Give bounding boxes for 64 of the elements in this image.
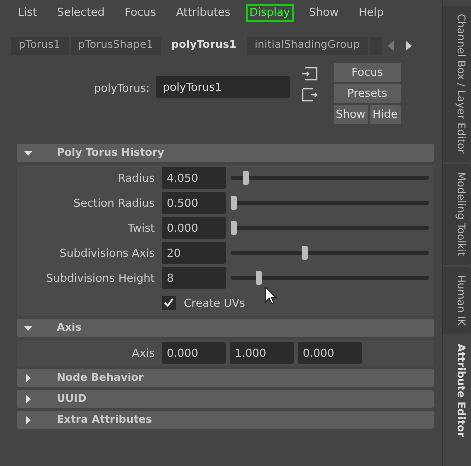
expand-arrow-icon[interactable] (24, 394, 33, 404)
menu-item[interactable]: Help (354, 4, 389, 20)
value-field[interactable]: 20 (162, 242, 226, 264)
presets-button[interactable]: Presets (334, 84, 401, 103)
section-header[interactable]: Poly Torus History (17, 144, 434, 162)
side-tab[interactable]: Modeling Toolkit (443, 164, 471, 264)
slider-thumb[interactable] (302, 246, 308, 260)
slider[interactable] (231, 246, 429, 260)
value-field[interactable]: 1.000 (230, 342, 294, 364)
scroll-right-icon[interactable] (405, 41, 412, 51)
menu-item[interactable]: Show (304, 4, 344, 20)
menu-item[interactable]: Focus (120, 4, 162, 20)
checkbox[interactable] (162, 296, 176, 310)
value-field[interactable]: 0.000 (162, 217, 226, 239)
expand-arrow-icon[interactable] (24, 416, 33, 424)
section-title: Node Behavior (57, 372, 144, 384)
node-label: polyTorus: (93, 82, 150, 95)
side-tab[interactable]: Human IK (443, 266, 471, 334)
attribute-label: Twist (127, 222, 155, 234)
side-tab[interactable]: Channel Box / Layer Editor (443, 6, 471, 162)
attribute-label: Axis (131, 346, 155, 360)
show-button[interactable]: Show (334, 105, 368, 124)
value-field[interactable]: 0.500 (162, 192, 226, 214)
menu-item[interactable]: Attributes (171, 4, 236, 20)
slider[interactable] (231, 221, 429, 235)
section-header[interactable]: Extra Attributes (17, 411, 434, 429)
slider-thumb[interactable] (242, 171, 249, 185)
mouse-cursor-icon (265, 287, 277, 305)
tab[interactable]: pTorus1 (11, 37, 69, 55)
node-name-field[interactable]: polyTorus1 (156, 76, 290, 98)
menu-item[interactable]: Selected (52, 4, 110, 20)
value-field[interactable]: 4.050 (162, 167, 226, 189)
focus-button[interactable]: Focus (334, 63, 401, 82)
expand-arrow-icon[interactable] (24, 148, 33, 158)
attribute-label: Radius (117, 172, 155, 184)
output-connection-icon[interactable] (302, 88, 318, 102)
input-connection-icon[interactable] (302, 67, 318, 81)
slider-thumb[interactable] (231, 196, 237, 210)
slider-thumb[interactable] (231, 221, 237, 235)
menu-item[interactable]: List (13, 4, 42, 20)
section-title: Axis (57, 322, 82, 334)
expand-arrow-icon[interactable] (24, 374, 33, 382)
value-field[interactable]: 0.000 (298, 342, 362, 364)
attribute-label: Subdivisions Height (45, 272, 155, 284)
tab[interactable]: initialShadingGroup (246, 37, 368, 55)
attribute-label: Section Radius (72, 196, 155, 210)
section-header[interactable]: Axis (17, 319, 434, 337)
hide-button[interactable]: Hide (370, 105, 401, 124)
slider[interactable] (231, 271, 429, 285)
slider[interactable] (231, 196, 429, 210)
expand-arrow-icon[interactable] (24, 324, 33, 332)
attribute-label: Subdivisions Axis (58, 246, 155, 260)
section-header[interactable]: Node Behavior (17, 369, 434, 387)
slider-thumb[interactable] (256, 271, 262, 285)
section-title: UUID (57, 393, 87, 405)
section-header[interactable]: UUID (17, 390, 434, 408)
section-title: Extra Attributes (57, 414, 152, 426)
slider[interactable] (231, 171, 429, 185)
section-title: Poly Torus History (57, 147, 164, 159)
menu-item[interactable]: Display (246, 4, 294, 22)
checkbox-label: Create UVs (184, 296, 246, 310)
tab[interactable]: pTorusShape1 (70, 37, 162, 55)
value-field[interactable]: 0.000 (162, 342, 226, 364)
value-field[interactable]: 8 (162, 267, 226, 289)
